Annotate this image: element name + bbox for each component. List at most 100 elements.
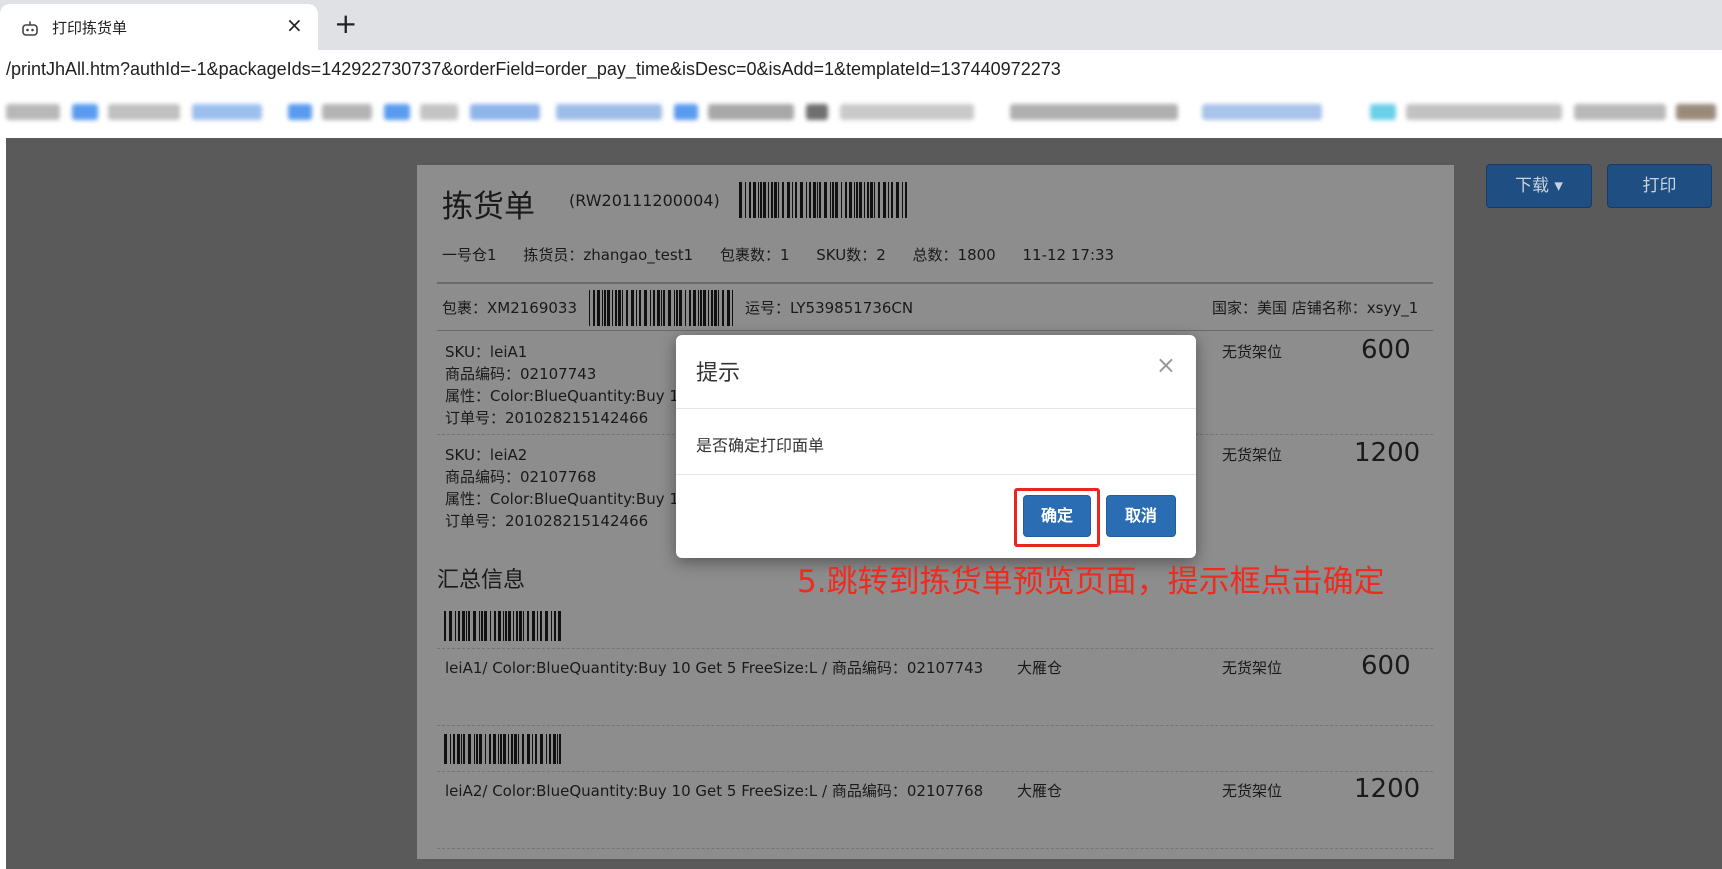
bookmark-blurred[interactable]: [840, 104, 974, 120]
address-bar[interactable]: /printJhAll.htm?authId=-1&packageIds=142…: [0, 50, 1722, 90]
barcode-bar: [878, 182, 880, 218]
robot-icon: [22, 21, 38, 36]
dialog-divider: [676, 474, 1196, 475]
barcode-bar: [489, 734, 491, 764]
bookmark-blurred[interactable]: [108, 104, 180, 120]
bookmark-blurred[interactable]: [1406, 104, 1562, 120]
barcode-bar: [462, 611, 465, 641]
browser-tab[interactable]: 打印拣货单 ×: [0, 4, 318, 50]
barcode-bar: [514, 734, 517, 764]
picklist-title: 拣货单: [442, 189, 535, 225]
bookmark-blurred[interactable]: [1010, 104, 1178, 120]
barcode-bar: [689, 290, 691, 326]
dialog-message: 是否确定打印面单: [696, 436, 825, 455]
divider: [437, 848, 1433, 849]
barcode-bar: [727, 290, 730, 326]
barcode-bar: [558, 611, 561, 641]
barcode-bar: [870, 182, 873, 218]
bookmark-blurred[interactable]: [470, 104, 540, 120]
barcode-bar: [553, 734, 556, 764]
bookmark-blurred[interactable]: [192, 104, 262, 120]
summary-title: 汇总信息: [437, 568, 526, 593]
barcode-bar: [676, 290, 678, 326]
item-qty: 600: [1361, 335, 1411, 365]
print-button[interactable]: 打印: [1607, 164, 1712, 208]
barcode-bar: [800, 182, 803, 218]
bookmark-blurred[interactable]: [1202, 104, 1322, 120]
barcode-bar: [867, 182, 869, 218]
barcode-bar: [593, 290, 595, 326]
barcode-bar: [711, 290, 713, 326]
barcode-bar: [739, 182, 742, 218]
barcode-bar: [513, 611, 514, 641]
item-attr: 属性：Color:BlueQuantity:Buy 1: [445, 387, 679, 405]
bookmarks-bar: [0, 90, 1722, 136]
bookmark-blurred[interactable]: [556, 104, 662, 120]
bookmark-blurred[interactable]: [322, 104, 372, 120]
barcode-bar: [905, 182, 907, 218]
barcode-bar: [856, 182, 858, 218]
barcode-bar: [708, 290, 709, 326]
bookmark-blurred[interactable]: [420, 104, 458, 120]
highlight-box: [1014, 488, 1100, 547]
barcode-bar: [537, 611, 538, 641]
barcode-bar: [498, 611, 501, 641]
bookmark-blurred[interactable]: [6, 104, 60, 120]
barcode-bar: [607, 290, 610, 326]
bookmark-blurred[interactable]: [1676, 104, 1716, 120]
item-order: 订单号：201028215142466: [445, 512, 649, 530]
barcode-bar: [795, 182, 797, 218]
bookmark-blurred[interactable]: [708, 104, 794, 120]
barcode-bar: [806, 182, 807, 218]
new-tab-icon[interactable]: +: [334, 8, 357, 40]
barcode-bar: [511, 734, 513, 764]
barcode-bar: [597, 290, 600, 326]
barcode-bar: [540, 611, 542, 641]
summary-barcode: [444, 611, 562, 641]
barcode-bar: [631, 290, 634, 326]
country-shop: 国家：美国 店铺名称：xsyy_1: [1212, 299, 1419, 317]
barcode-bar: [527, 734, 530, 764]
summary-barcode: [444, 734, 562, 764]
bookmark-blurred[interactable]: [72, 104, 98, 120]
barcode-bar: [657, 290, 660, 326]
picklist-code: (RW20111200004): [569, 191, 720, 210]
barcode-bar: [535, 734, 537, 764]
barcode-bar: [485, 734, 486, 764]
barcode-bar: [661, 290, 662, 326]
barcode-bar: [817, 182, 818, 218]
barcode-bar: [813, 182, 816, 218]
barcode-bar: [612, 290, 613, 326]
barcode-bar: [832, 182, 834, 218]
barcode-bar: [768, 182, 769, 218]
bookmark-blurred[interactable]: [806, 104, 828, 120]
bookmark-blurred[interactable]: [384, 104, 410, 120]
bookmark-blurred[interactable]: [1370, 104, 1396, 120]
barcode-bar: [500, 734, 502, 764]
cancel-button[interactable]: 取消: [1106, 495, 1176, 537]
barcode-bar: [602, 290, 603, 326]
url-text[interactable]: /printJhAll.htm?authId=-1&packageIds=142…: [6, 59, 1061, 80]
barcode-bar: [559, 734, 561, 764]
barcode-bar: [758, 182, 759, 218]
barcode-bar: [778, 182, 779, 218]
item-shelf: 无货架位: [1222, 343, 1283, 361]
tab-close-icon[interactable]: ×: [286, 13, 303, 37]
summary-desc: leiA2/ Color:BlueQuantity:Buy 10 Get 5 F…: [445, 782, 984, 800]
bookmark-blurred[interactable]: [288, 104, 312, 120]
barcode-bar: [604, 290, 606, 326]
barcode-bar: [551, 611, 552, 641]
item-sku: SKU：leiA1: [445, 343, 528, 361]
barcode-bar: [639, 290, 641, 326]
summary-warehouse: 大雁仓: [1017, 782, 1063, 800]
barcode-bar: [760, 182, 762, 218]
bookmark-blurred[interactable]: [674, 104, 698, 120]
bookmark-blurred[interactable]: [1574, 104, 1666, 120]
barcode-bar: [490, 611, 491, 641]
divider: [437, 725, 1433, 726]
barcode-bar: [479, 611, 480, 641]
download-button[interactable]: 下载 ▾: [1486, 164, 1592, 208]
close-icon[interactable]: ×: [1156, 351, 1176, 379]
tracking-number: 运号：LY539851736CN: [745, 299, 914, 317]
barcode-bar: [774, 182, 777, 218]
